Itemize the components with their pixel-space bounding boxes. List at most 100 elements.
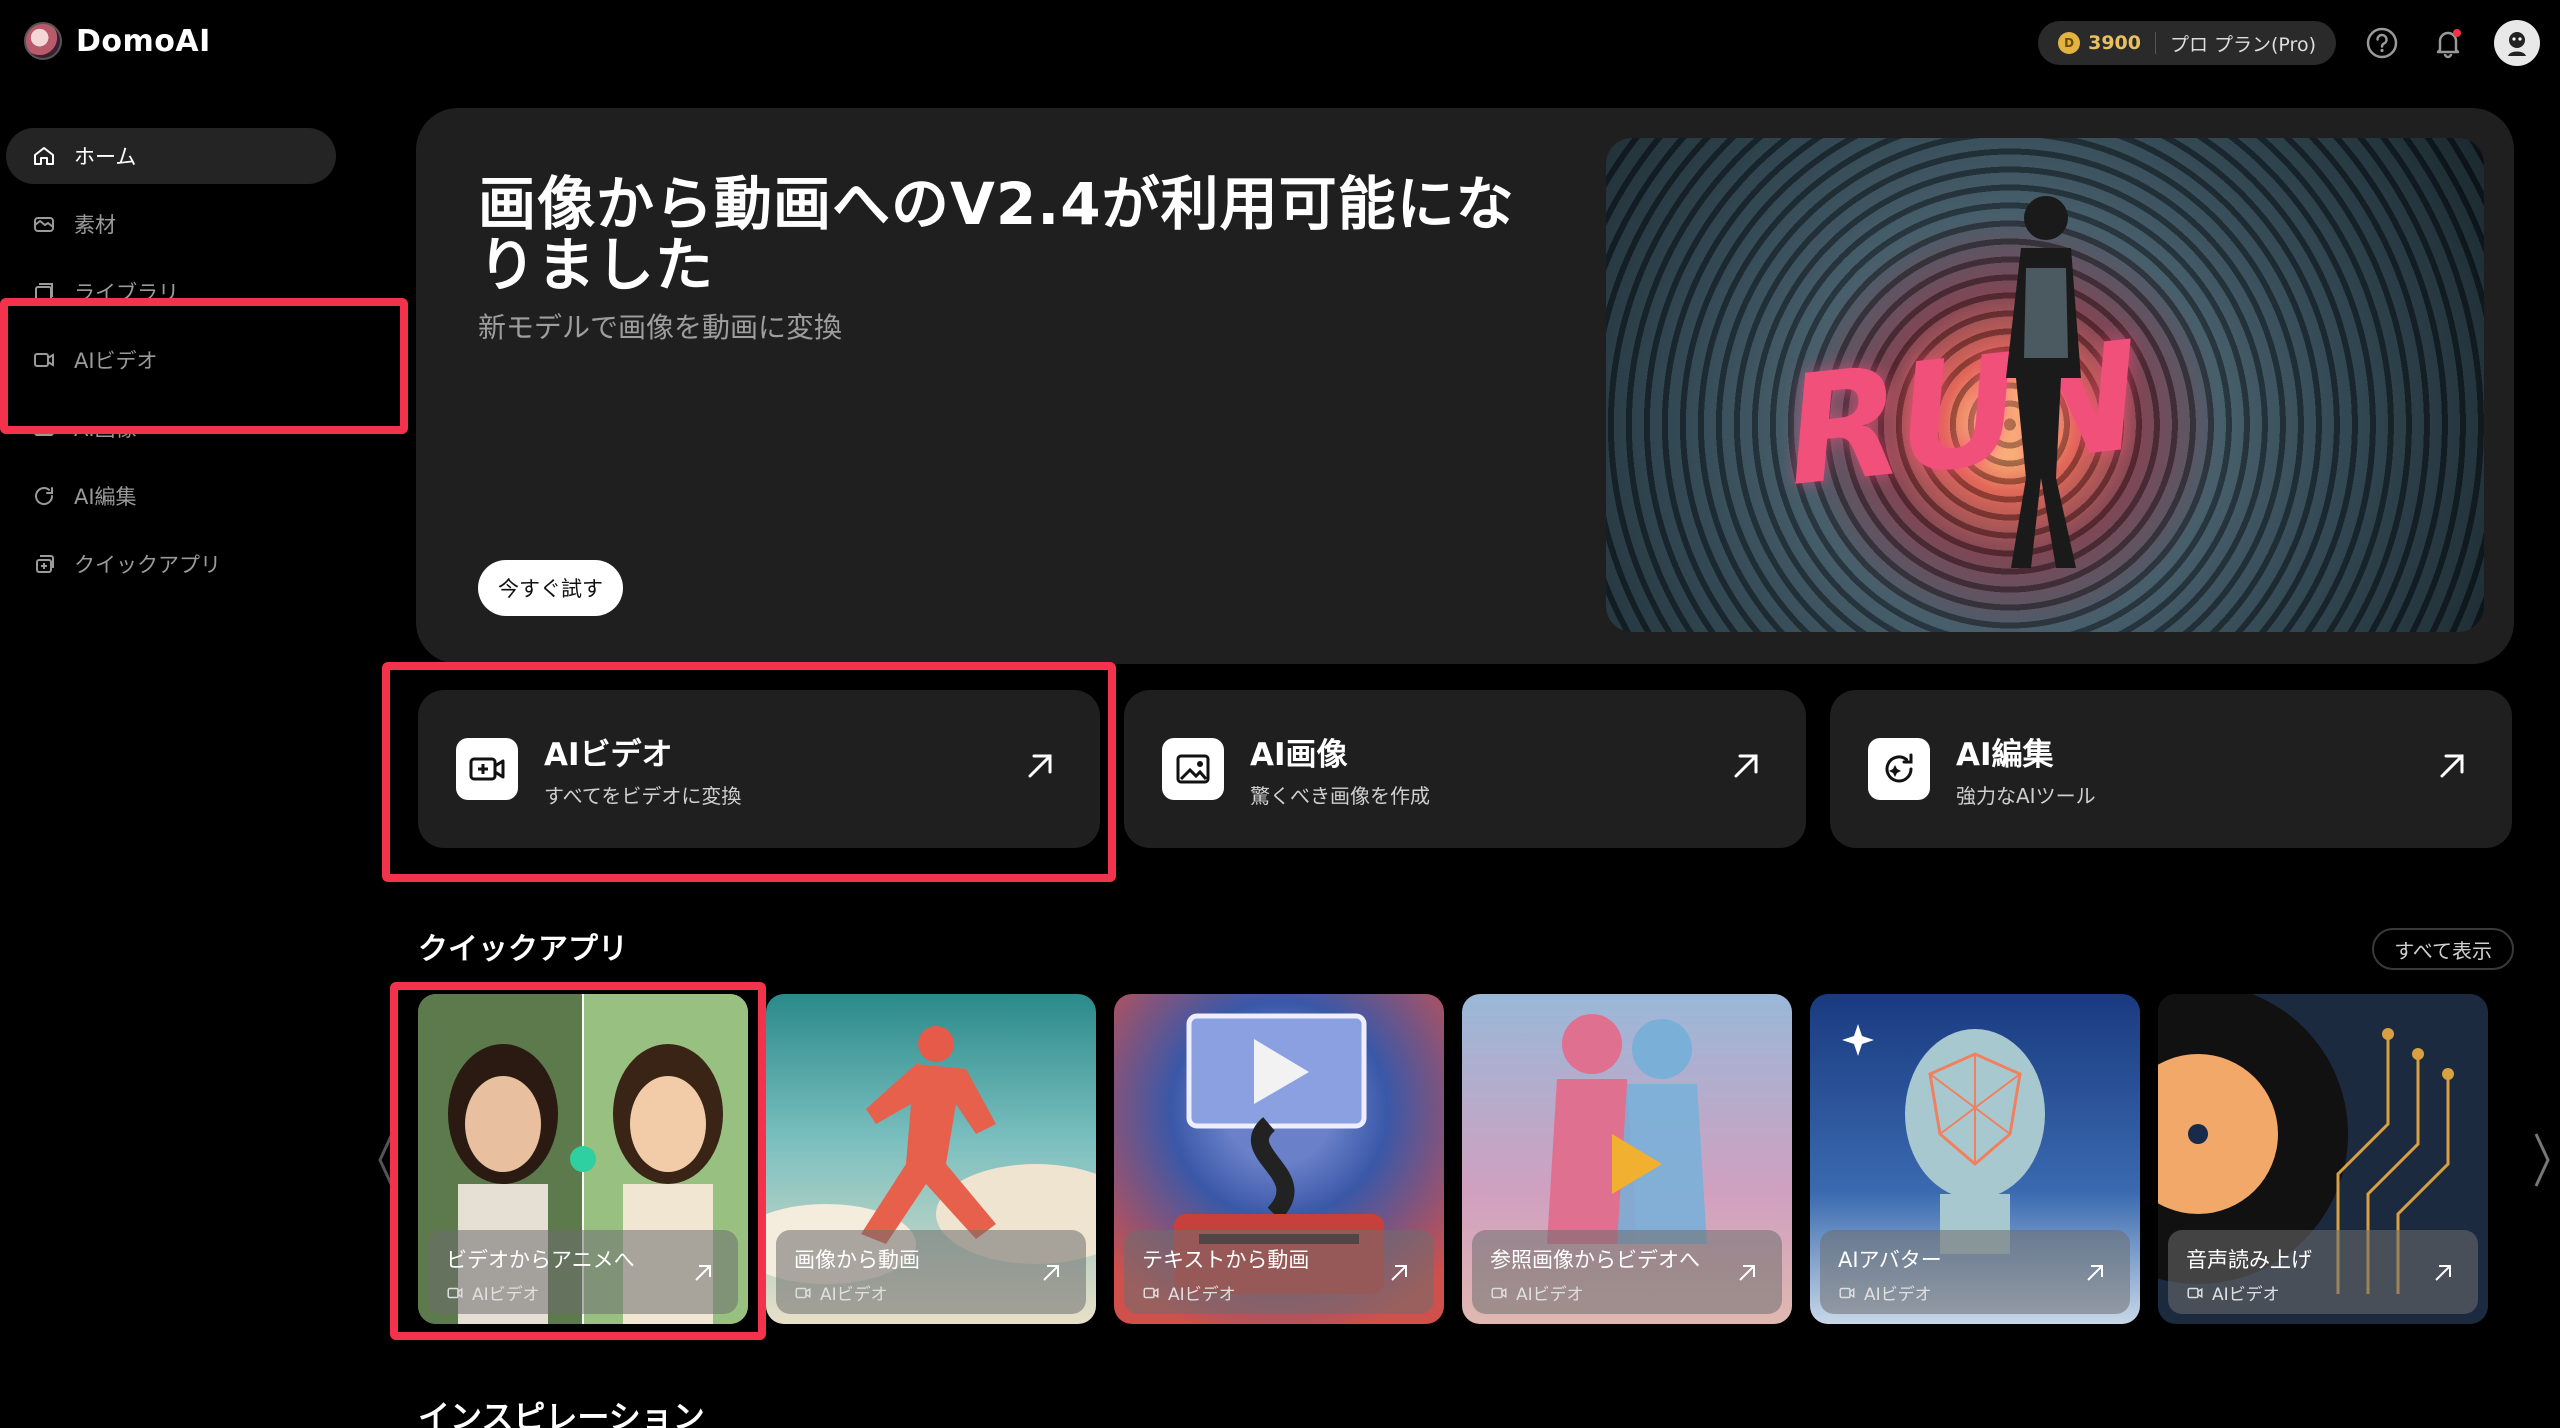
- app-name: テキストから動画: [1142, 1248, 1310, 1272]
- sidebar-item-label: AI編集: [74, 485, 137, 509]
- feature-title: AIビデオ: [544, 737, 673, 773]
- sidebar-item-label: AIビデオ: [74, 349, 158, 373]
- app-category: AIビデオ: [2186, 1280, 2460, 1305]
- video-icon: [2187, 1287, 2203, 1298]
- feature-card-ai-edit[interactable]: AI編集 強力なAIツール: [1830, 690, 2512, 848]
- edit-icon: [1885, 753, 1913, 783]
- feature-title: AI画像: [1250, 737, 1348, 773]
- app-label: AIアバター AIビデオ: [1820, 1230, 2130, 1314]
- help-icon: [2366, 27, 2398, 59]
- credits-count: 3900: [2088, 32, 2141, 54]
- help-button[interactable]: [2362, 23, 2402, 63]
- quick-app-card[interactable]: ビデオからアニメへ AIビデオ: [418, 994, 748, 1324]
- quick-app-card[interactable]: 画像から動画 AIビデオ: [766, 994, 1096, 1324]
- feature-subtitle: 驚くべき画像を作成: [1250, 784, 1430, 808]
- app-name: AIアバター: [1838, 1248, 1942, 1272]
- app-category: AIビデオ: [1490, 1280, 1764, 1305]
- user-avatar[interactable]: [2494, 20, 2540, 66]
- feature-subtitle: 強力なAIツール: [1956, 784, 2096, 808]
- hero-title: 画像から動画へのV2.4が利用可能になりました: [478, 170, 1515, 299]
- app-label: 画像から動画 AIビデオ: [776, 1230, 1086, 1314]
- sidebar-item-ai-video-overlay[interactable]: AIビデオ: [32, 332, 332, 388]
- home-icon: [34, 147, 54, 165]
- arrow-up-right-icon: [1734, 754, 1758, 778]
- arrow-up-right-icon: [1739, 1265, 1755, 1281]
- arrow-up-right-icon: [1391, 1265, 1407, 1281]
- feature-card-ai-image[interactable]: AI画像 驚くべき画像を作成: [1124, 690, 1806, 848]
- app-category-label: AIビデオ: [2212, 1285, 2280, 1305]
- app-name: ビデオからアニメへ: [446, 1248, 635, 1272]
- sidebar-item-ai-image[interactable]: AI画像: [6, 400, 336, 456]
- image-icon: [1176, 754, 1210, 784]
- video-icon: [1839, 1287, 1855, 1298]
- quick-apps-title: クイックアプリ: [418, 932, 628, 967]
- show-all-button[interactable]: すべて表示: [2372, 928, 2514, 970]
- avatar-icon: [2508, 32, 2526, 56]
- quick-app-card[interactable]: 音声読み上げ AIビデオ: [2158, 994, 2488, 1324]
- quick-app-card[interactable]: テキストから動画 AIビデオ: [1114, 994, 1444, 1324]
- arrow-up-right-icon: [2435, 1265, 2451, 1281]
- coin-icon: D: [2058, 32, 2081, 54]
- library-icon: [35, 283, 53, 301]
- feature-icon-box: [1868, 738, 1930, 800]
- app-name: 音声読み上げ: [2186, 1248, 2312, 1272]
- logo-icon: [24, 22, 62, 60]
- feature-text: AI画像 驚くべき画像を作成: [1250, 729, 1430, 809]
- divider: [2154, 32, 2156, 54]
- feature-icon-box: [1162, 738, 1224, 800]
- app-name: DomoAI: [76, 23, 211, 59]
- hero-banner: 画像から動画へのV2.4が利用可能になりました 新モデルで画像を動画に変換 今す…: [416, 108, 2514, 664]
- asset-icon: [34, 217, 54, 232]
- app-logo[interactable]: DomoAI: [24, 22, 211, 60]
- sidebar-item-assets[interactable]: 素材: [6, 196, 336, 252]
- header-actions: D 3900 プロ プラン(Pro): [2038, 20, 2540, 66]
- sidebar-item-label: ライブラリ: [74, 281, 179, 305]
- sidebar-item-label: AI画像: [74, 417, 137, 441]
- chevron-left-icon[interactable]: [376, 1130, 396, 1190]
- plan-pill[interactable]: D 3900 プロ プラン(Pro): [2038, 21, 2336, 65]
- app-category-label: AIビデオ: [820, 1285, 888, 1305]
- arrow-up-right-icon: [2087, 1265, 2103, 1281]
- inspiration-title: インスピレーション: [418, 1398, 705, 1428]
- feature-icon-box: [456, 738, 518, 800]
- video-icon: [1143, 1287, 1159, 1298]
- video-icon: [447, 1287, 463, 1298]
- quick-app-card[interactable]: AIアバター AIビデオ: [1810, 994, 2140, 1324]
- arrow-up-right-icon: [695, 1265, 711, 1281]
- edit-icon: [35, 487, 54, 505]
- sidebar-item-home[interactable]: ホーム: [6, 128, 336, 184]
- app-category: AIビデオ: [1838, 1280, 2112, 1305]
- chevron-right-icon[interactable]: [2532, 1130, 2552, 1190]
- sidebar-item-label: ホーム: [74, 145, 137, 169]
- sidebar-item-label: 素材: [74, 213, 116, 237]
- sidebar-item-label: クイックアプリ: [74, 553, 221, 577]
- app-category-label: AIビデオ: [1168, 1285, 1236, 1305]
- sidebar-item-quick-apps[interactable]: クイックアプリ: [6, 536, 336, 592]
- feature-title: AI編集: [1956, 737, 2054, 773]
- hero-artwork: RUN: [1606, 138, 2484, 632]
- quick-app-card[interactable]: 参照画像からビデオへ AIビデオ: [1462, 994, 1792, 1324]
- feature-subtitle: すべてをビデオに変換: [544, 784, 742, 808]
- feature-card-ai-video[interactable]: AIビデオ すべてをビデオに変換: [418, 690, 1100, 848]
- app-category-label: AIビデオ: [1516, 1285, 1584, 1305]
- notifications-button[interactable]: [2428, 23, 2468, 63]
- feature-text: AIビデオ すべてをビデオに変換: [544, 729, 741, 809]
- app-category: AIビデオ: [794, 1280, 1068, 1305]
- image-icon: [34, 420, 54, 436]
- app-label: 音声読み上げ AIビデオ: [2168, 1230, 2478, 1314]
- video-add-icon: [469, 757, 505, 781]
- sidebar-item-library[interactable]: ライブラリ: [6, 264, 336, 320]
- sidebar-item-ai-edit[interactable]: AI編集: [6, 468, 336, 524]
- runner-figure: [2006, 196, 2081, 568]
- app-name: 画像から動画: [794, 1248, 920, 1272]
- arrow-up-right-icon: [1028, 754, 1052, 778]
- app-category-label: AIビデオ: [472, 1285, 540, 1305]
- arrow-up-right-icon: [1043, 1265, 1059, 1281]
- app-category-label: AIビデオ: [1864, 1285, 1932, 1305]
- credits-display: D 3900: [2058, 32, 2141, 54]
- feature-text: AI編集 強力なAIツール: [1956, 729, 2096, 809]
- arrow-up-right-icon: [2440, 754, 2464, 778]
- try-now-button[interactable]: 今すぐ試す: [478, 560, 623, 616]
- video-icon: [34, 353, 54, 367]
- app-category: AIビデオ: [1142, 1280, 1416, 1305]
